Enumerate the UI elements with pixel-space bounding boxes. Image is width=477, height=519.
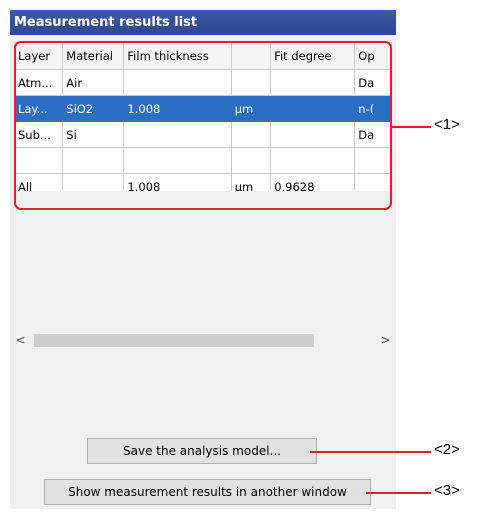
callout-line-1 xyxy=(392,126,431,128)
callout-label-2: <2> xyxy=(434,441,460,458)
callout-label-1: <1> xyxy=(434,116,460,133)
callout-label-3: <3> xyxy=(434,482,460,499)
scrollbar-thumb[interactable] xyxy=(34,334,314,347)
scroll-right-icon[interactable]: > xyxy=(377,332,394,349)
scroll-left-icon[interactable]: < xyxy=(12,332,29,349)
horizontal-scrollbar[interactable]: < > xyxy=(10,332,396,349)
panel-title: Measurement results list xyxy=(10,10,396,35)
callout-frame-1 xyxy=(14,41,392,210)
callout-line-3 xyxy=(366,492,431,494)
show-results-window-button[interactable]: Show measurement results in another wind… xyxy=(44,479,371,505)
save-analysis-model-button[interactable]: Save the analysis model... xyxy=(87,438,317,464)
callout-line-2 xyxy=(310,451,431,453)
